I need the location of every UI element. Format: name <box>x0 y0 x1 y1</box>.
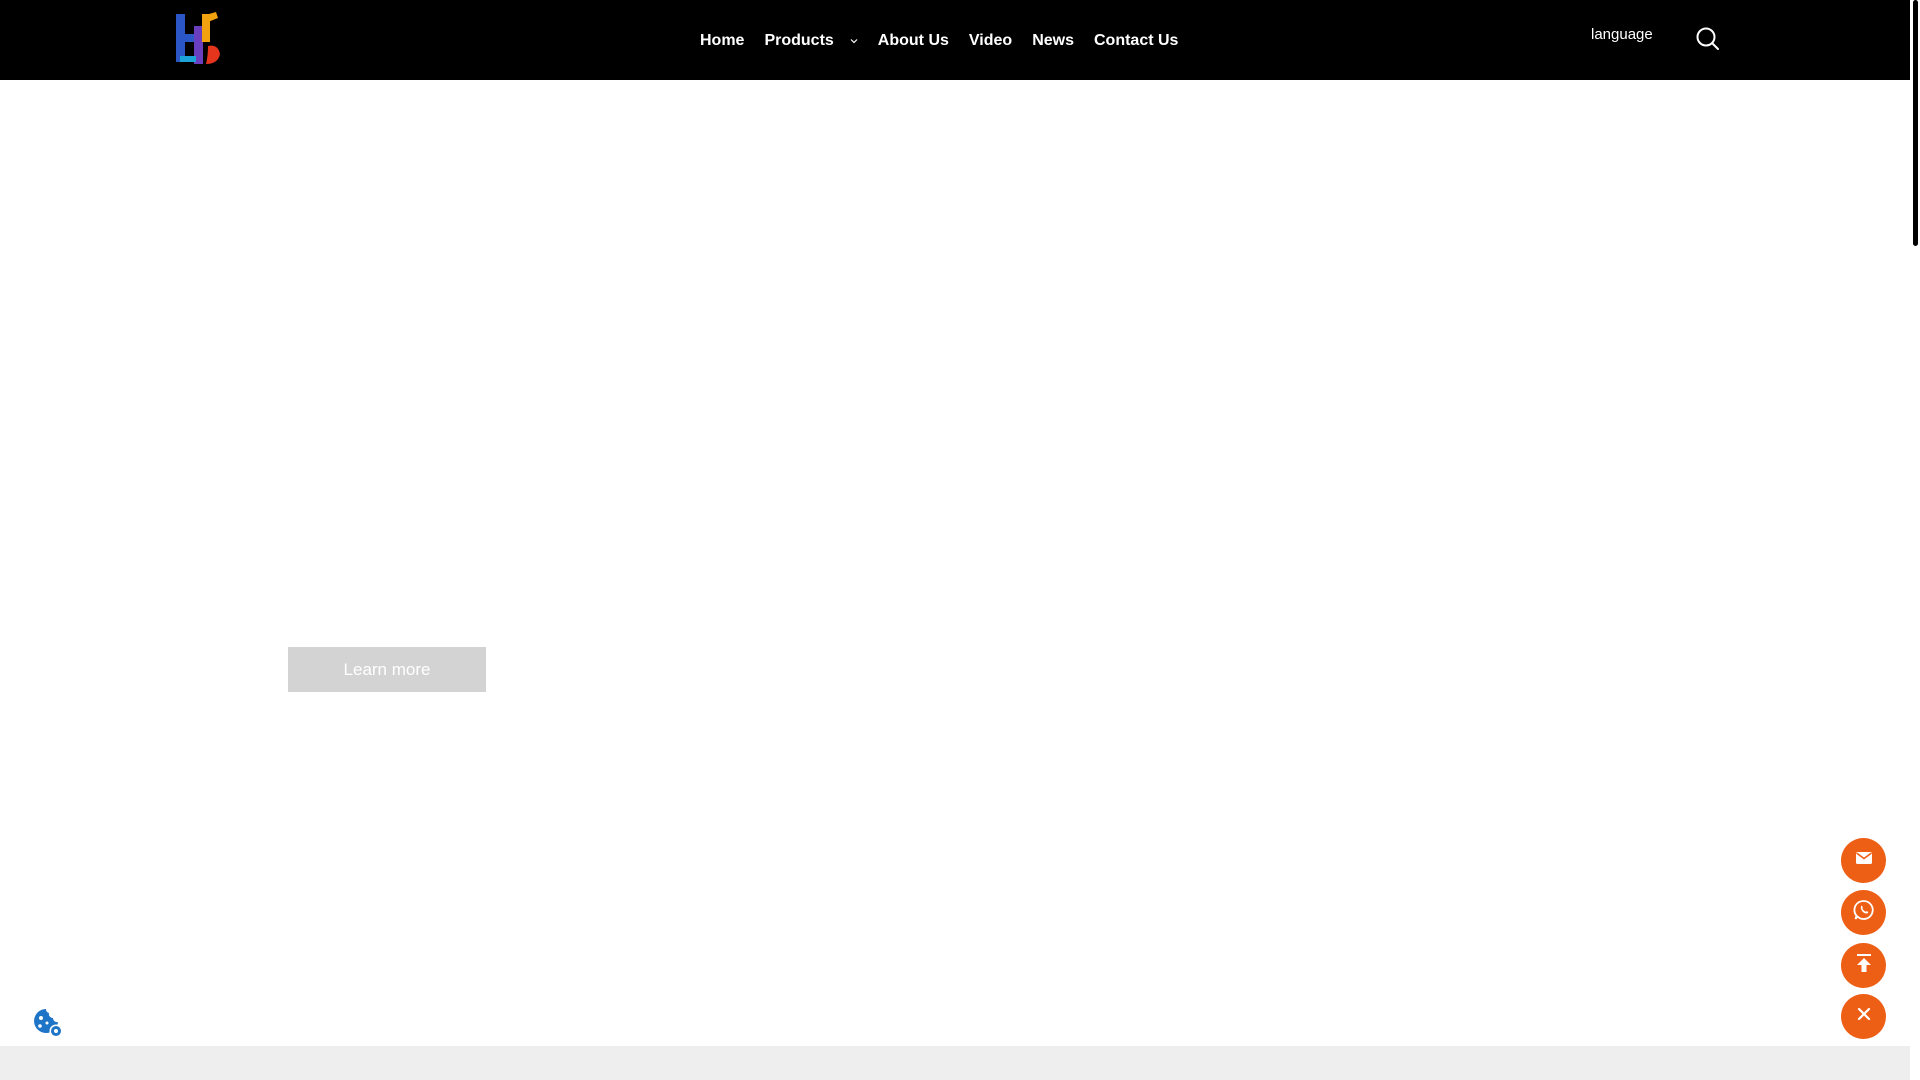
nav-home[interactable]: Home <box>700 31 744 49</box>
nav-contact[interactable]: Contact Us <box>1094 31 1178 49</box>
language-selector[interactable]: language <box>1591 26 1653 43</box>
main-nav: Home Products About Us Video News Contac… <box>700 0 1198 80</box>
site-header: Home Products About Us Video News Contac… <box>0 0 1910 80</box>
cookie-settings-icon[interactable] <box>32 1007 64 1039</box>
nav-products[interactable]: Products <box>764 31 833 49</box>
logo[interactable] <box>172 10 222 68</box>
envelope-icon <box>1855 851 1873 870</box>
arrow-up-icon <box>1855 953 1873 978</box>
scrollbar-thumb[interactable] <box>1913 0 1918 246</box>
nav-video[interactable]: Video <box>969 31 1012 49</box>
bottom-bar <box>0 1046 1910 1080</box>
email-button[interactable] <box>1841 838 1886 883</box>
whatsapp-button[interactable] <box>1841 890 1886 935</box>
back-to-top-button[interactable] <box>1841 943 1886 988</box>
search-icon[interactable] <box>1694 25 1722 53</box>
chevron-down-icon[interactable] <box>848 34 860 46</box>
nav-about[interactable]: About Us <box>878 31 949 49</box>
nav-news[interactable]: News <box>1032 31 1074 49</box>
page: Home Products About Us Video News Contac… <box>0 0 1920 1080</box>
learn-more-button[interactable]: Learn more <box>288 647 486 692</box>
close-icon <box>1857 1007 1871 1026</box>
close-floating-button[interactable] <box>1841 994 1886 1039</box>
whatsapp-icon <box>1852 899 1875 926</box>
